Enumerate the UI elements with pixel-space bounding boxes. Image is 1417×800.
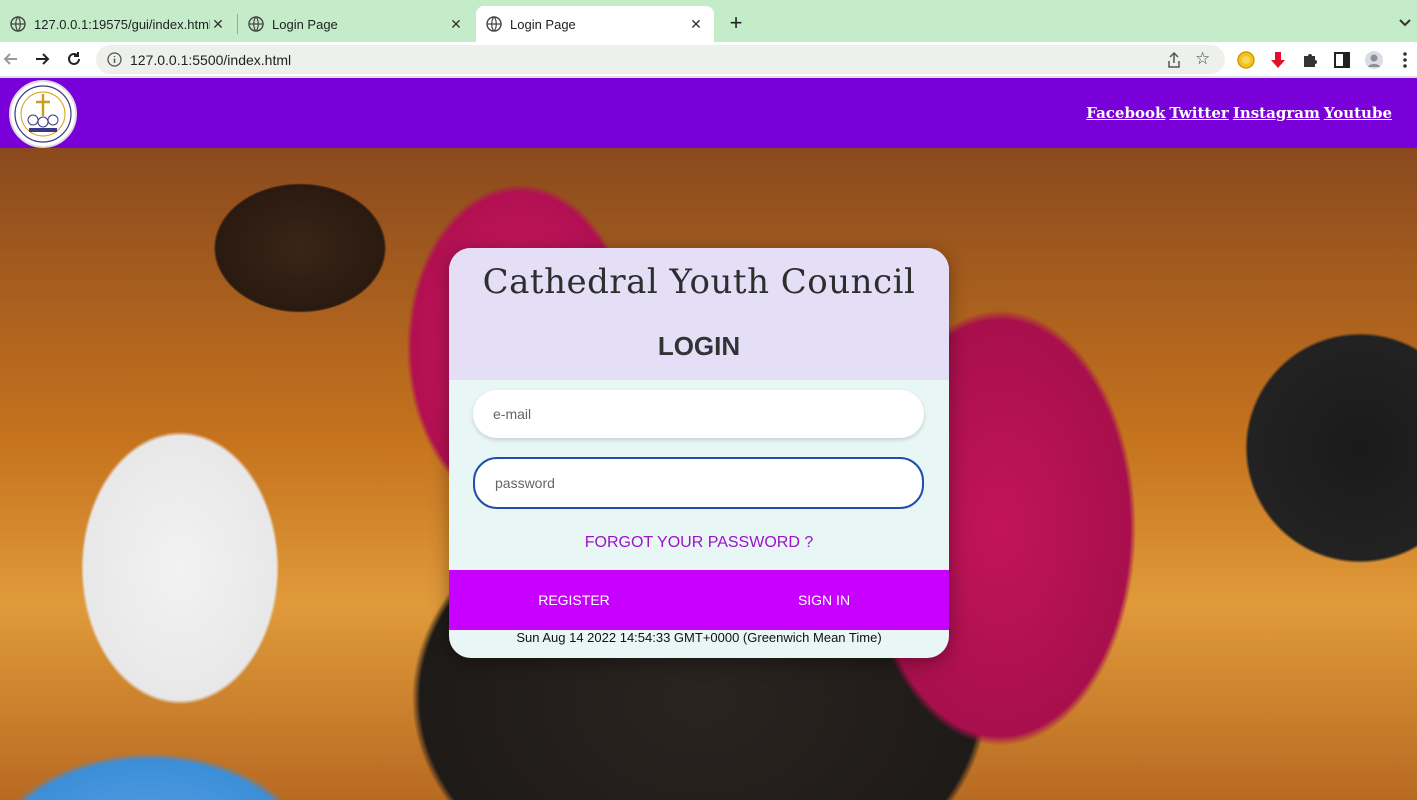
browser-toolbar: 127.0.0.1:5500/index.html ☆ bbox=[0, 42, 1417, 76]
url-text[interactable]: 127.0.0.1:5500/index.html bbox=[130, 52, 291, 68]
info-icon[interactable] bbox=[107, 52, 122, 67]
reload-button[interactable] bbox=[63, 48, 85, 70]
side-panel-icon[interactable] bbox=[1332, 50, 1352, 70]
cyc-logo-graphic bbox=[14, 85, 72, 143]
tab-title: Login Page bbox=[272, 16, 338, 32]
register-button[interactable]: REGISTER bbox=[449, 570, 699, 630]
twitter-link[interactable]: Twitter bbox=[1169, 104, 1228, 122]
download-arrow-icon[interactable] bbox=[1268, 50, 1288, 70]
instagram-link[interactable]: Instagram bbox=[1233, 104, 1320, 122]
cyc-logo-icon[interactable] bbox=[9, 80, 77, 148]
arrow-right-icon bbox=[36, 53, 50, 65]
globe-icon bbox=[248, 16, 264, 32]
globe-icon bbox=[486, 16, 502, 32]
browser-tab-1[interactable]: 127.0.0.1:19575/gui/index.html ✕ bbox=[0, 6, 236, 42]
tab-title: Login Page bbox=[510, 16, 576, 32]
chevron-down-icon[interactable] bbox=[1396, 14, 1414, 32]
globe-icon bbox=[10, 16, 26, 32]
action-bar: REGISTER SIGN IN bbox=[449, 570, 949, 630]
back-button[interactable] bbox=[0, 48, 22, 70]
reload-icon bbox=[68, 52, 80, 65]
close-tab-icon[interactable]: ✕ bbox=[210, 16, 226, 32]
sign-in-button[interactable]: SIGN IN bbox=[699, 570, 949, 630]
share-icon[interactable] bbox=[1165, 51, 1183, 69]
bookmark-star-icon[interactable]: ☆ bbox=[1195, 50, 1213, 68]
kebab-menu-icon[interactable] bbox=[1398, 50, 1412, 70]
close-tab-icon[interactable]: ✕ bbox=[448, 16, 464, 32]
brand-title: Cathedral Youth Council bbox=[482, 262, 916, 302]
close-tab-icon[interactable]: ✕ bbox=[688, 16, 704, 32]
arrow-left-icon bbox=[3, 53, 17, 65]
puzzle-extensions-icon[interactable] bbox=[1300, 50, 1320, 70]
address-bar[interactable]: 127.0.0.1:5500/index.html ☆ bbox=[96, 45, 1225, 74]
current-datetime: Sun Aug 14 2022 14:54:33 GMT+0000 (Green… bbox=[516, 630, 882, 645]
site-header: Facebook Twitter Instagram Youtube bbox=[0, 78, 1417, 148]
browser-tab-2[interactable]: Login Page ✕ bbox=[238, 6, 474, 42]
password-field[interactable] bbox=[473, 457, 924, 509]
browser-tab-active[interactable]: Login Page ✕ bbox=[476, 6, 714, 42]
facebook-link[interactable]: Facebook bbox=[1086, 104, 1165, 122]
login-heading: LOGIN bbox=[657, 331, 741, 361]
login-card: Cathedral Youth Council LOGIN FORGOT YOU… bbox=[449, 248, 949, 658]
profile-avatar-icon[interactable] bbox=[1364, 50, 1384, 70]
forward-button[interactable] bbox=[31, 48, 53, 70]
tab-title: 127.0.0.1:19575/gui/index.html bbox=[34, 16, 210, 32]
extension-coin-icon[interactable] bbox=[1236, 50, 1256, 70]
browser-tabstrip: 127.0.0.1:19575/gui/index.html ✕ Login P… bbox=[0, 0, 1417, 42]
login-card-header: Cathedral Youth Council LOGIN bbox=[449, 248, 949, 380]
email-field[interactable] bbox=[473, 390, 924, 438]
youtube-link[interactable]: Youtube bbox=[1324, 104, 1392, 122]
new-tab-button[interactable]: + bbox=[724, 12, 748, 36]
forgot-password-link[interactable]: FORGOT YOUR PASSWORD ? bbox=[449, 534, 949, 552]
social-links: Facebook Twitter Instagram Youtube bbox=[1086, 104, 1392, 122]
